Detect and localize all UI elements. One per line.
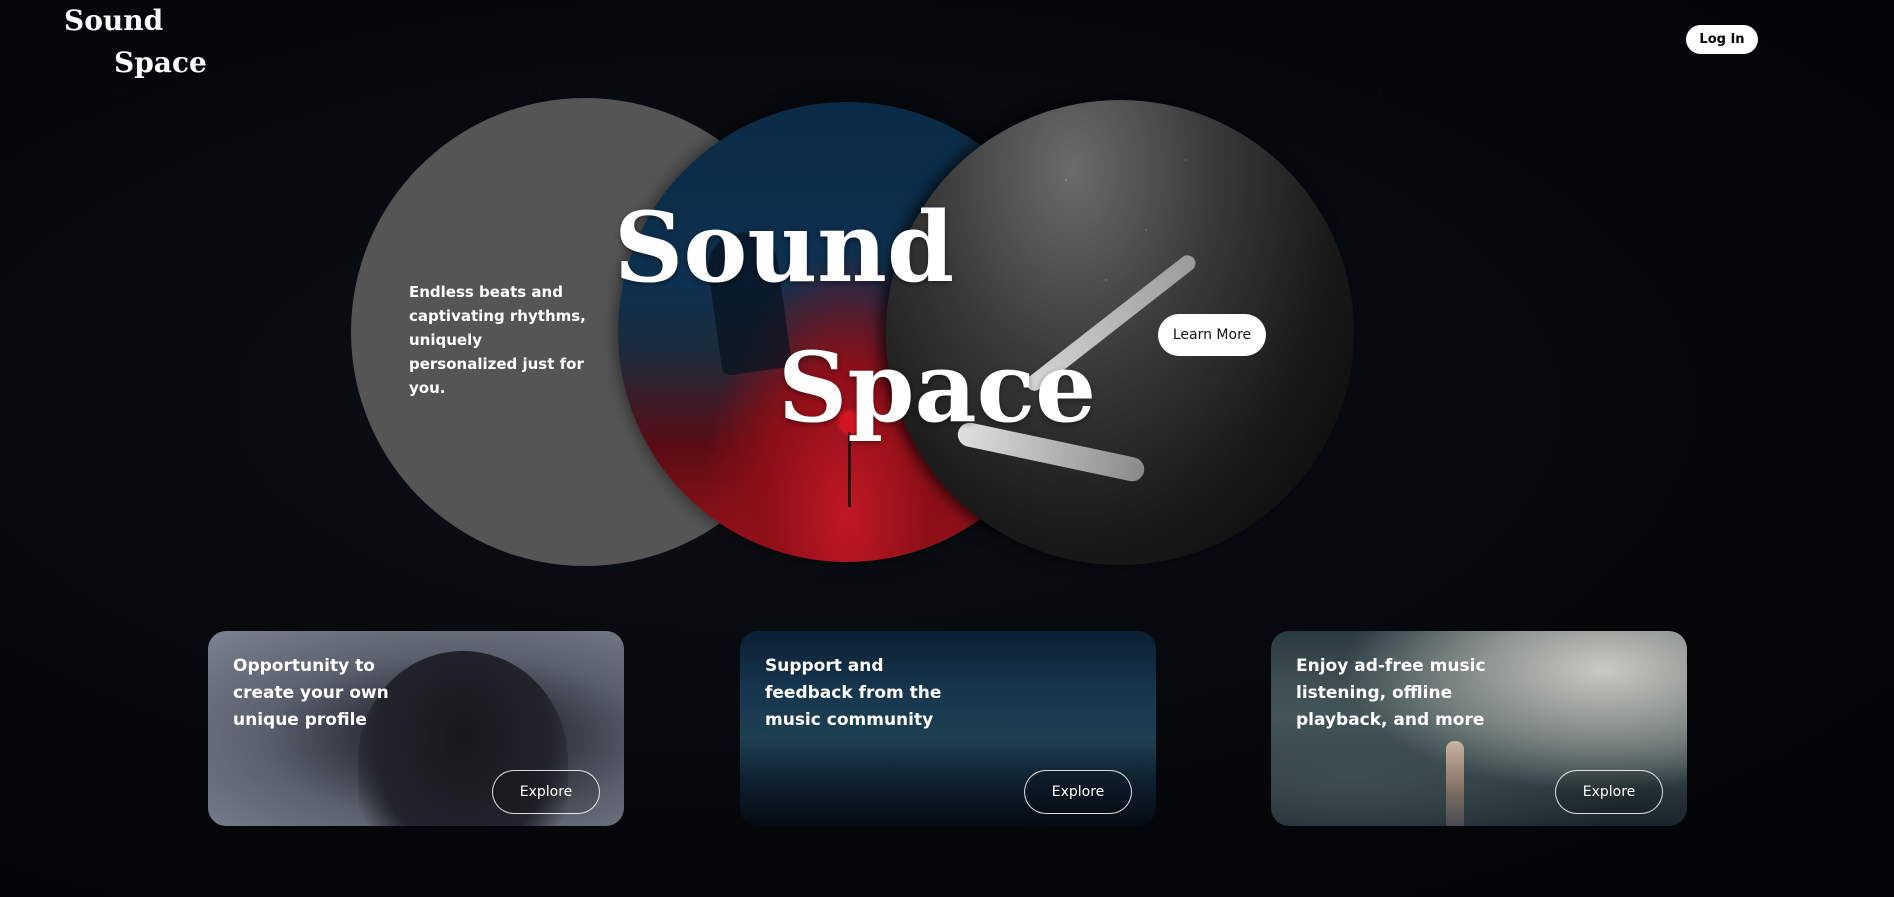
logo-line-2: Space xyxy=(114,46,207,79)
learn-more-button[interactable]: Learn More xyxy=(1158,314,1266,356)
login-button[interactable]: Log In xyxy=(1686,25,1758,54)
feature-card-ad-free: Enjoy ad-free music listening, offline p… xyxy=(1271,631,1687,826)
hero-tagline: Endless beats and captivating rhythms, u… xyxy=(409,283,586,397)
explore-button[interactable]: Explore xyxy=(1555,770,1663,814)
card-text: Opportunity to create your own unique pr… xyxy=(233,656,389,730)
logo-line-1: Sound xyxy=(64,4,164,37)
site-logo[interactable]: Sound Space xyxy=(64,0,207,84)
card-text: Support and feedback from the music comm… xyxy=(765,656,942,730)
feature-card-profile: Opportunity to create your own unique pr… xyxy=(208,631,624,826)
card-text: Enjoy ad-free music listening, offline p… xyxy=(1296,656,1486,730)
landing-page: Sound Space Log In Endless beats and cap… xyxy=(0,0,1894,897)
explore-button[interactable]: Explore xyxy=(1024,770,1132,814)
feature-card-community: Support and feedback from the music comm… xyxy=(740,631,1156,826)
hero-title-line-2: Space xyxy=(778,331,1097,444)
hero-title-line-1: Sound xyxy=(614,191,955,304)
standing-person-image xyxy=(1446,741,1464,826)
explore-button[interactable]: Explore xyxy=(492,770,600,814)
